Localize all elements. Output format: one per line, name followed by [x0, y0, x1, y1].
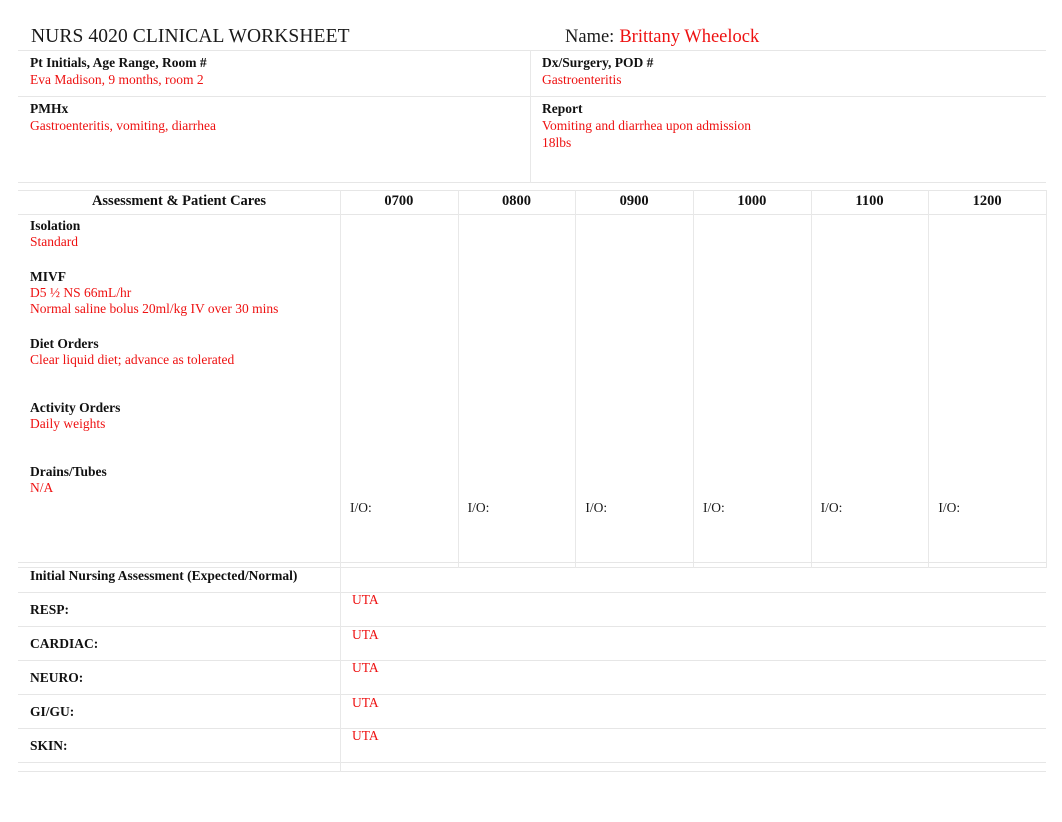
nursing-assessment-title: Initial Nursing Assessment (Expected/Nor…	[30, 568, 298, 583]
column-header-0800: 0800	[501, 193, 531, 209]
care-item: Isolation Standard	[30, 218, 340, 250]
nursing-row-value-resp[interactable]: UTA	[352, 592, 379, 608]
pmhx-value[interactable]: Gastroenteritis, vomiting, diarrhea	[30, 117, 530, 134]
name-label: Name:	[565, 27, 615, 47]
care-item: Diet Orders Clear liquid diet; advance a…	[30, 336, 340, 368]
nursing-row-value-skin[interactable]: UTA	[352, 728, 379, 744]
column-header-1000: 1000	[737, 193, 767, 209]
care-value-mivf-1[interactable]: D5 ½ NS 66mL/hr	[30, 285, 340, 301]
pt-initials-label: Pt Initials, Age Range, Room #	[30, 55, 207, 70]
assessment-cares-table: Assessment & Patient Cares 0700 0800 090…	[18, 190, 1047, 568]
table-col-divider-4	[810, 190, 812, 568]
table-col-divider-3	[693, 190, 694, 568]
lower-top-border	[18, 562, 1046, 563]
care-value-drains-tubes[interactable]: N/A	[30, 480, 340, 496]
lower-divider-3	[18, 694, 1046, 695]
report-label: Report	[542, 101, 583, 116]
care-item: MIVF D5 ½ NS 66mL/hr Normal saline bolus…	[30, 269, 340, 317]
table-top-border	[18, 190, 1046, 191]
io-label-0700[interactable]: I/O:	[350, 500, 372, 516]
lower-bottom-border	[18, 771, 1046, 772]
care-label-activity-orders: Activity Orders	[30, 400, 121, 415]
header-info-grid: Pt Initials, Age Range, Room # Eva Madis…	[18, 50, 1046, 183]
nursing-row-label-skin: SKIN:	[30, 738, 68, 753]
care-value-activity-orders[interactable]: Daily weights	[30, 416, 340, 432]
pmhx-cell: PMHx Gastroenteritis, vomiting, diarrhea	[18, 96, 530, 183]
lower-divider-title	[18, 592, 1046, 593]
column-header-0900: 0900	[619, 193, 649, 209]
io-label-0800[interactable]: I/O:	[468, 500, 490, 516]
lower-divider-1	[18, 626, 1046, 627]
io-label-1000[interactable]: I/O:	[703, 500, 725, 516]
lower-divider-5	[18, 762, 1046, 763]
lower-divider-4	[18, 728, 1046, 729]
worksheet-page: NURS 4020 CLINICAL WORKSHEET Name: Britta…	[0, 0, 1062, 822]
dx-surgery-value[interactable]: Gastroenteritis	[542, 71, 1046, 88]
table-col-divider-2	[575, 190, 577, 568]
nursing-row-value-gi-gu[interactable]: UTA	[352, 695, 379, 711]
table-col-divider-6	[1046, 190, 1047, 568]
lower-column-divider	[340, 562, 341, 772]
table-col-divider-5	[928, 190, 930, 568]
pt-initials-value[interactable]: Eva Madison, 9 months, room 2	[30, 71, 530, 88]
care-label-diet-orders: Diet Orders	[30, 336, 99, 351]
report-value-line-1[interactable]: Vomiting and diarrhea upon admission	[542, 117, 1046, 134]
care-label-isolation: Isolation	[30, 218, 81, 233]
nursing-row-label-cardiac: CARDIAC:	[30, 636, 99, 651]
care-item: Drains/Tubes N/A	[30, 464, 340, 496]
report-value-line-2[interactable]: 18lbs	[542, 134, 1046, 151]
nursing-row-value-neuro[interactable]: UTA	[352, 660, 379, 676]
nursing-row-label-resp: RESP:	[30, 602, 70, 617]
dx-surgery-cell: Dx/Surgery, POD # Gastroenteritis	[530, 50, 1046, 96]
nursing-row-label-neuro: NEURO:	[30, 670, 84, 685]
report-cell: Report Vomiting and diarrhea upon admiss…	[530, 96, 1046, 183]
care-item: Activity Orders Daily weights	[30, 400, 340, 432]
nursing-row-value-cardiac[interactable]: UTA	[352, 627, 379, 643]
patient-cares-column: Isolation Standard MIVF D5 ½ NS 66mL/hr …	[18, 214, 340, 568]
pt-initials-cell: Pt Initials, Age Range, Room # Eva Madis…	[18, 50, 530, 96]
nursing-row-label-gi-gu: GI/GU:	[30, 704, 75, 719]
care-label-drains-tubes: Drains/Tubes	[30, 464, 107, 479]
column-header-1100: 1100	[855, 193, 884, 209]
dx-surgery-label: Dx/Surgery, POD #	[542, 55, 654, 70]
column-header-1200: 1200	[972, 193, 1002, 209]
title-row: NURS 4020 CLINICAL WORKSHEET Name: Britta…	[18, 26, 1046, 50]
io-label-1200[interactable]: I/O:	[938, 500, 960, 516]
page-title: NURS 4020 CLINICAL WORKSHEET	[31, 26, 350, 47]
care-value-diet-orders[interactable]: Clear liquid diet; advance as tolerated	[30, 352, 340, 368]
care-value-mivf-2[interactable]: Normal saline bolus 20ml/kg IV over 30 m…	[30, 301, 340, 317]
table-header-row: Assessment & Patient Cares 0700 0800 090…	[18, 190, 1046, 214]
io-label-0900[interactable]: I/O:	[585, 500, 607, 516]
care-value-isolation[interactable]: Standard	[30, 234, 340, 250]
pmhx-label: PMHx	[30, 101, 69, 116]
care-label-mivf: MIVF	[30, 269, 66, 284]
lower-divider-2	[18, 660, 1046, 661]
column-header-assessment-cares: Assessment & Patient Cares	[91, 193, 267, 209]
io-label-1100[interactable]: I/O:	[821, 500, 843, 516]
name-value[interactable]: Brittany Wheelock	[619, 27, 759, 47]
table-col-divider-1	[457, 190, 459, 568]
table-col-divider-0	[340, 190, 341, 568]
initial-nursing-assessment-table: Initial Nursing Assessment (Expected/Nor…	[18, 562, 1046, 772]
column-header-0700: 0700	[384, 193, 414, 209]
patient-name-block: Name: Brittany Wheelock	[565, 27, 759, 48]
